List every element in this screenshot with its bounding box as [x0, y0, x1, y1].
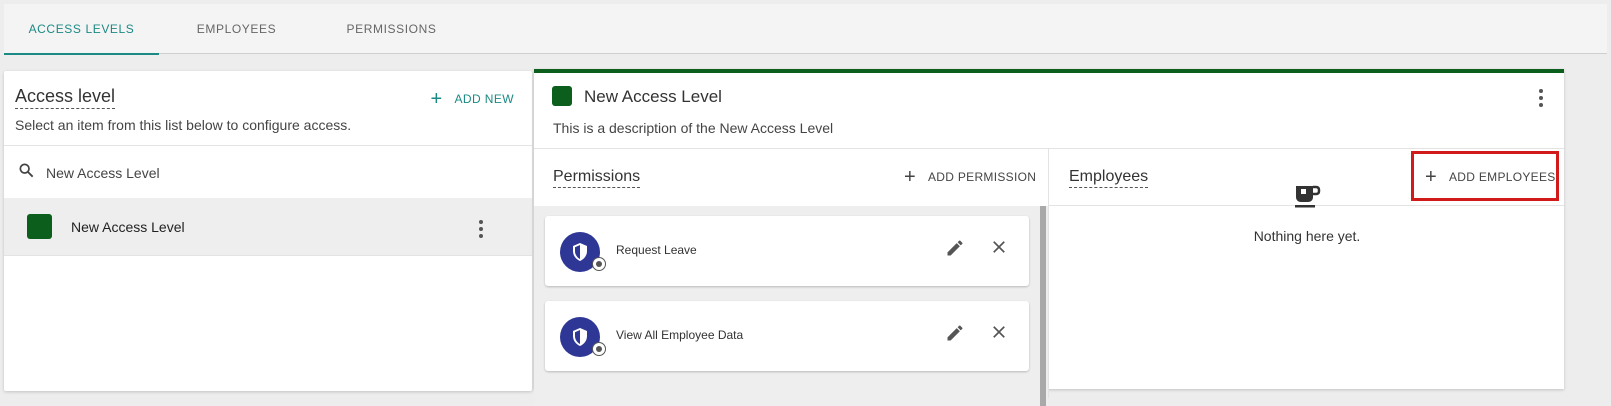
- employees-title: Employees: [1069, 168, 1149, 188]
- add-permission-label: ADD PERMISSION: [927, 170, 1037, 184]
- tab-employees[interactable]: EMPLOYEES: [159, 4, 314, 54]
- edit-icon[interactable]: [945, 323, 967, 345]
- scrollbar[interactable]: [1040, 206, 1046, 406]
- permission-label: View All Employee Data: [616, 328, 744, 342]
- tab-access-levels[interactable]: ACCESS LEVELS: [4, 4, 159, 55]
- list-item[interactable]: New Access Level: [4, 198, 532, 255]
- permissions-title: Permissions: [553, 168, 641, 188]
- access-level-detail-panel: New Access Level This is a description o…: [534, 69, 1564, 406]
- badge-icon: [592, 342, 606, 356]
- add-new-label: ADD NEW: [454, 92, 514, 106]
- coffee-cup-icon: [1293, 182, 1321, 215]
- permission-card[interactable]: View All Employee Data: [545, 301, 1029, 371]
- tab-bar: ACCESS LEVELS EMPLOYEES PERMISSIONS: [4, 4, 1607, 55]
- access-level-title: Access level: [15, 86, 116, 109]
- close-icon[interactable]: [990, 238, 1012, 260]
- badge-icon: [592, 257, 606, 271]
- search-bar: [4, 146, 532, 199]
- access-level-panel: Access level + ADD NEW Select an item fr…: [4, 71, 532, 391]
- permissions-list: Request Leave View All Employee Data: [534, 206, 1048, 406]
- permissions-section: Permissions + ADD PERMISSION Request Lea…: [534, 148, 1048, 406]
- highlight-box: [1411, 151, 1559, 201]
- plus-icon: +: [430, 88, 443, 110]
- tab-permissions[interactable]: PERMISSIONS: [314, 4, 469, 54]
- close-icon[interactable]: [990, 323, 1012, 345]
- list-item-label: New Access Level: [71, 218, 185, 235]
- more-vert-icon[interactable]: [1539, 89, 1543, 107]
- permission-label: Request Leave: [616, 243, 697, 257]
- search-icon: [18, 162, 34, 183]
- employees-section: Employees + ADD EMPLOYEES Nothing here y…: [1048, 148, 1564, 398]
- permission-card[interactable]: Request Leave: [545, 216, 1029, 286]
- empty-state-text: Nothing here yet.: [1253, 228, 1361, 244]
- edit-icon[interactable]: [945, 238, 967, 260]
- divider: [4, 255, 532, 256]
- search-input[interactable]: [46, 164, 446, 181]
- detail-title: New Access Level: [584, 87, 722, 106]
- color-swatch: [27, 214, 52, 239]
- add-new-button[interactable]: + ADD NEW: [430, 89, 514, 109]
- plus-icon: +: [904, 166, 916, 188]
- access-level-subtitle: Select an item from this list below to c…: [15, 117, 352, 133]
- detail-description: This is a description of the New Access …: [553, 120, 834, 136]
- more-vert-icon[interactable]: [479, 220, 483, 238]
- color-swatch: [552, 86, 572, 106]
- add-permission-button[interactable]: + ADD PERMISSION: [904, 165, 1036, 189]
